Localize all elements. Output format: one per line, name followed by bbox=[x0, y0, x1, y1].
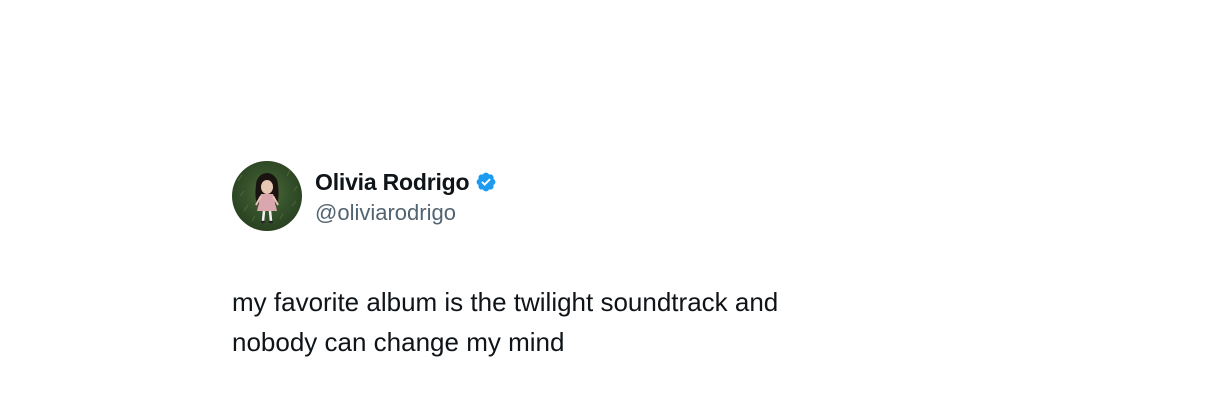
profile-photo-icon bbox=[237, 169, 298, 224]
avatar[interactable] bbox=[232, 161, 302, 231]
verified-badge-icon bbox=[475, 171, 497, 193]
author-names: Olivia Rodrigo @oliviarodrigo bbox=[315, 166, 497, 226]
display-name[interactable]: Olivia Rodrigo bbox=[315, 169, 470, 196]
handle[interactable]: @oliviarodrigo bbox=[315, 200, 497, 226]
tweet[interactable]: Olivia Rodrigo @oliviarodrigo my favorit… bbox=[232, 160, 1132, 362]
tweet-text: my favorite album is the twilight soundt… bbox=[232, 287, 779, 357]
name-row: Olivia Rodrigo bbox=[315, 166, 497, 198]
tweet-header: Olivia Rodrigo @oliviarodrigo bbox=[232, 160, 1132, 232]
